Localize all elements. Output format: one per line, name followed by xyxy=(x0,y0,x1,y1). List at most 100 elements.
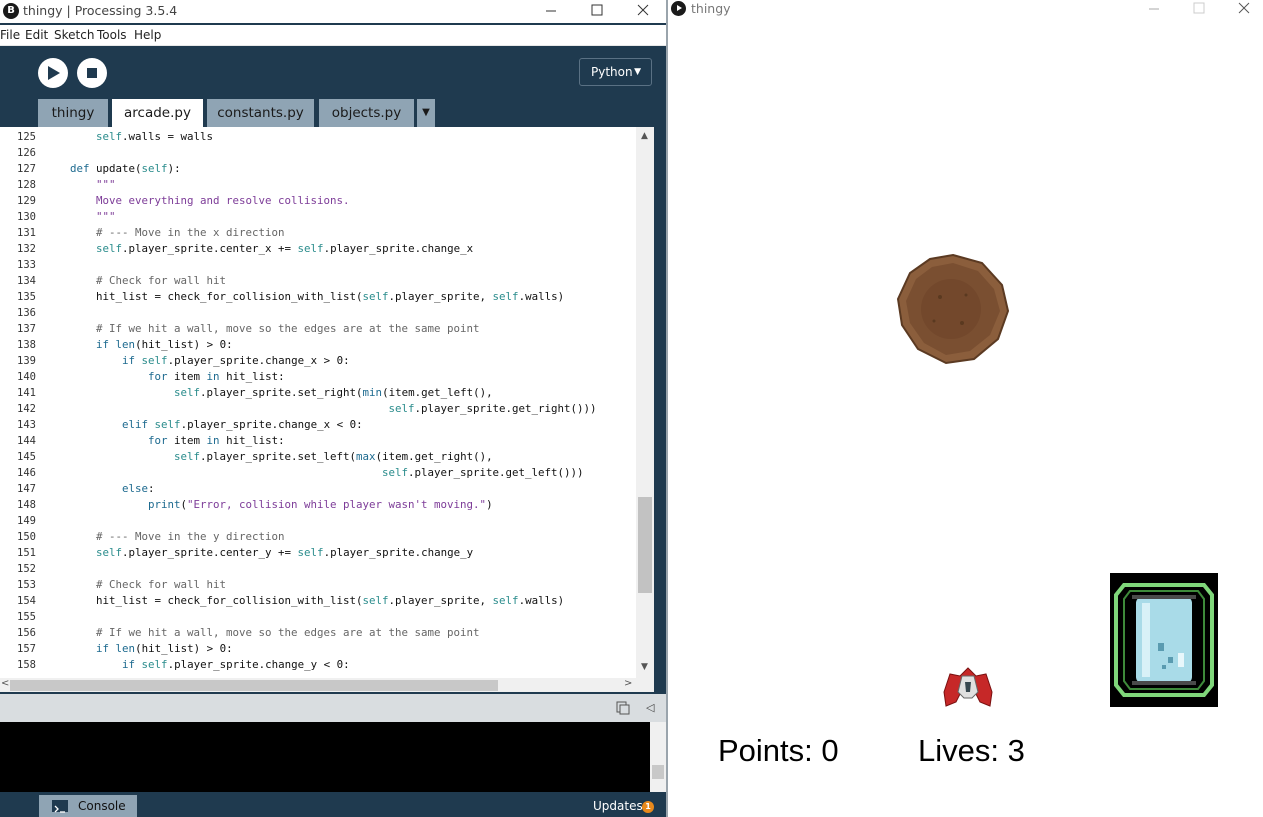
menu-help[interactable]: Help xyxy=(134,28,161,42)
menu-edit[interactable]: Edit xyxy=(25,28,48,42)
line-number: 142 xyxy=(17,403,36,415)
code-line[interactable]: self.player_sprite.set_left(max(item.get… xyxy=(44,449,493,465)
scroll-down-icon[interactable]: ▼ xyxy=(641,662,648,672)
code-line[interactable]: print("Error, collision while player was… xyxy=(44,497,493,513)
code-line[interactable]: elif self.player_sprite.change_x < 0: xyxy=(44,417,363,433)
line-number: 141 xyxy=(17,387,36,399)
horizontal-scroll-thumb[interactable] xyxy=(10,680,498,691)
code-line[interactable]: self.player_sprite.get_right())) xyxy=(44,401,597,417)
menu-tools[interactable]: Tools xyxy=(97,28,127,42)
maximize-icon[interactable] xyxy=(587,1,607,21)
copy-icon[interactable] xyxy=(616,700,630,715)
tab-menu-button[interactable]: ▼ xyxy=(417,99,435,127)
processing-app-icon: B xyxy=(3,3,19,19)
run-button[interactable] xyxy=(38,58,68,88)
minimize-icon[interactable] xyxy=(541,1,561,21)
code-line[interactable]: self.player_sprite.center_x += self.play… xyxy=(44,241,473,257)
line-number: 139 xyxy=(17,355,36,367)
line-number: 133 xyxy=(17,259,36,271)
line-number: 134 xyxy=(17,275,36,287)
line-number: 158 xyxy=(17,659,36,671)
player-ship-sprite xyxy=(943,667,993,707)
line-number: 145 xyxy=(17,451,36,463)
code-line[interactable]: self.player_sprite.set_right(min(item.ge… xyxy=(44,385,493,401)
tab-objects-py[interactable]: objects.py xyxy=(319,99,414,127)
code-line[interactable]: if self.player_sprite.change_y < 0: xyxy=(44,657,350,673)
scroll-up-icon[interactable]: ▲ xyxy=(641,131,648,141)
scroll-right-icon[interactable]: > xyxy=(624,678,632,689)
code-line[interactable]: self.player_sprite.get_left())) xyxy=(44,465,584,481)
line-number: 137 xyxy=(17,323,36,335)
code-line[interactable]: # --- Move in the x direction xyxy=(44,225,285,241)
code-line[interactable]: self.player_sprite.center_y += self.play… xyxy=(44,545,473,561)
scroll-left-icon[interactable]: < xyxy=(1,678,9,689)
code-line[interactable]: """ xyxy=(44,177,116,193)
code-line[interactable]: if len(hit_list) > 0: xyxy=(44,641,233,657)
code-line[interactable]: if len(hit_list) > 0: xyxy=(44,337,233,353)
vertical-scroll-thumb[interactable] xyxy=(638,497,652,593)
tab-arcade-py[interactable]: arcade.py xyxy=(112,99,203,127)
code-line[interactable]: else: xyxy=(44,481,155,497)
console-scrollbar[interactable] xyxy=(650,722,666,792)
line-number: 157 xyxy=(17,643,36,655)
code-line[interactable]: hit_list = check_for_collision_with_list… xyxy=(44,593,564,609)
code-line[interactable]: hit_list = check_for_collision_with_list… xyxy=(44,289,564,305)
updates-badge[interactable]: 1 xyxy=(642,801,654,813)
vertical-scrollbar[interactable] xyxy=(636,127,654,678)
collapse-arrow-icon[interactable]: ◁ xyxy=(646,701,654,714)
code-line[interactable]: if self.player_sprite.change_x > 0: xyxy=(44,353,350,369)
code-editor[interactable]: 125 126 127 128 129 130 131 132 133 134 135 136 137 1… xyxy=(0,127,654,678)
tab-constants-py[interactable]: constants.py xyxy=(207,99,314,127)
chevron-down-icon: ▼ xyxy=(634,67,641,77)
line-number: 154 xyxy=(17,595,36,607)
line-number-gutter: 125 126 127 128 129 130 131 132 133 134 135 136 137 1… xyxy=(0,127,42,678)
line-number: 131 xyxy=(17,227,36,239)
stop-icon xyxy=(87,68,97,78)
minimize-icon[interactable] xyxy=(1145,0,1165,20)
line-number: 125 xyxy=(17,131,36,143)
line-number: 127 xyxy=(17,163,36,175)
line-number: 146 xyxy=(17,467,36,479)
close-icon[interactable] xyxy=(1235,0,1255,20)
line-number: 152 xyxy=(17,563,36,575)
console-tab-label: Console xyxy=(78,799,126,813)
maximize-icon[interactable] xyxy=(1190,0,1210,20)
code-line[interactable]: self.walls = walls xyxy=(44,129,213,145)
line-number: 140 xyxy=(17,371,36,383)
tab-thingy[interactable]: thingy xyxy=(38,99,108,127)
processing-ide-window: B thingy | Processing 3.5.4 File Edit Sk… xyxy=(0,0,666,817)
code-line[interactable]: # If we hit a wall, move so the edges ar… xyxy=(44,625,480,641)
line-number: 147 xyxy=(17,483,36,495)
line-number: 155 xyxy=(17,611,36,623)
menu-file[interactable]: File xyxy=(0,28,20,42)
code-line[interactable]: """ xyxy=(44,209,116,225)
close-icon[interactable] xyxy=(633,1,653,21)
console-divider-bar[interactable] xyxy=(0,694,666,722)
menu-sketch[interactable]: Sketch xyxy=(54,28,94,42)
code-line[interactable]: # Check for wall hit xyxy=(44,577,226,593)
mode-select[interactable]: Python ▼ xyxy=(579,58,652,86)
code-line[interactable]: def update(self): xyxy=(44,161,181,177)
sketch-window-title: thingy xyxy=(691,1,731,16)
code-line[interactable]: for item in hit_list: xyxy=(44,369,285,385)
lives-counter: Lives: 3 xyxy=(918,733,1025,768)
code-line[interactable]: Move everything and resolve collisions. xyxy=(44,193,350,209)
line-number: 135 xyxy=(17,291,36,303)
console-output[interactable] xyxy=(0,722,650,792)
line-number: 126 xyxy=(17,147,36,159)
line-number: 128 xyxy=(17,179,36,191)
code-line[interactable]: for item in hit_list: xyxy=(44,433,285,449)
points-counter: Points: 0 xyxy=(718,733,839,768)
line-number: 138 xyxy=(17,339,36,351)
asteroid-sprite xyxy=(896,253,1010,365)
capsule-pickup-sprite xyxy=(1110,573,1218,707)
code-line[interactable]: # --- Move in the y direction xyxy=(44,529,285,545)
code-line[interactable]: # If we hit a wall, move so the edges ar… xyxy=(44,321,480,337)
updates-link[interactable]: Updates xyxy=(593,799,643,813)
play-icon xyxy=(48,66,60,80)
console-scroll-thumb[interactable] xyxy=(652,765,664,779)
stop-button[interactable] xyxy=(77,58,107,88)
menu-bar: File Edit Sketch Tools Help xyxy=(0,25,666,46)
code-line[interactable]: # Check for wall hit xyxy=(44,273,226,289)
line-number: 132 xyxy=(17,243,36,255)
